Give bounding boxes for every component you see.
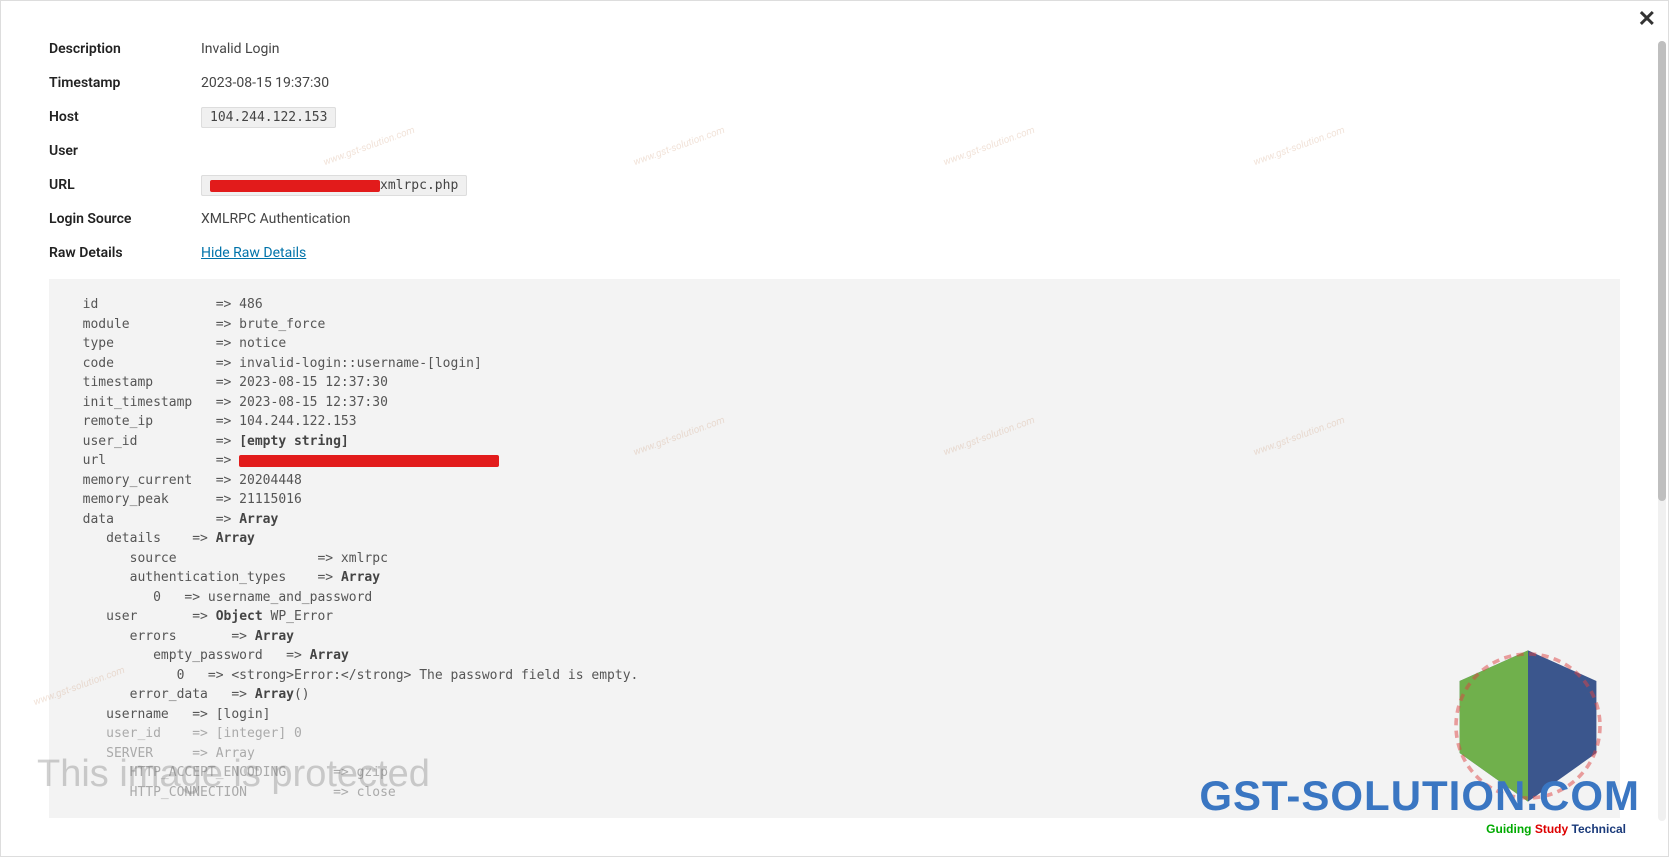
raw-line: init_timestamp => 2023-08-15 12:37:30 bbox=[67, 395, 388, 410]
raw-line: authentication_types => bbox=[67, 570, 341, 585]
scrollbar-thumb[interactable] bbox=[1658, 41, 1666, 501]
row-user: User bbox=[49, 143, 1620, 159]
raw-line: code => invalid-login::username-[login] bbox=[67, 356, 482, 371]
raw-line: 0 => username_and_password bbox=[67, 590, 372, 605]
raw-line: errors => bbox=[67, 629, 255, 644]
label-login-source: Login Source bbox=[49, 211, 201, 227]
url-suffix: xmlrpc.php bbox=[380, 178, 458, 193]
raw-line: user => bbox=[67, 609, 216, 624]
row-url: URL xmlrpc.php bbox=[49, 177, 1620, 193]
raw-kw: Array bbox=[341, 570, 380, 585]
raw-line: id => 486 bbox=[67, 297, 263, 312]
raw-kw: Array bbox=[239, 512, 278, 527]
raw-kw: Array bbox=[255, 629, 294, 644]
hide-raw-details-link[interactable]: Hide Raw Details bbox=[201, 245, 306, 261]
raw-line: () bbox=[294, 687, 310, 702]
row-raw-details: Raw Details Hide Raw Details bbox=[49, 245, 1620, 261]
label-host: Host bbox=[49, 109, 201, 125]
close-icon[interactable]: ✕ bbox=[1638, 7, 1656, 32]
scrollbar-track[interactable] bbox=[1658, 41, 1666, 821]
row-host: Host 104.244.122.153 bbox=[49, 109, 1620, 125]
raw-empty-string: [empty string] bbox=[239, 434, 349, 449]
raw-line: HTTP_CONNECTION => close bbox=[67, 785, 396, 800]
label-timestamp: Timestamp bbox=[49, 75, 201, 91]
raw-line: remote_ip => 104.244.122.153 bbox=[67, 414, 357, 429]
raw-line: SERVER => Array bbox=[67, 746, 255, 761]
raw-line: url => bbox=[67, 453, 239, 468]
raw-kw: Array bbox=[216, 531, 255, 546]
raw-line: HTTP_ACCEPT_ENCODING => gzip bbox=[67, 765, 388, 780]
raw-kw: Object bbox=[216, 609, 263, 624]
raw-line: WP_Error bbox=[263, 609, 333, 624]
raw-line: data => bbox=[67, 512, 239, 527]
raw-line: error_data => bbox=[67, 687, 255, 702]
modal-content: Description Invalid Login Timestamp 2023… bbox=[1, 1, 1668, 856]
row-timestamp: Timestamp 2023-08-15 19:37:30 bbox=[49, 75, 1620, 91]
raw-line: memory_peak => 21115016 bbox=[67, 492, 302, 507]
raw-line: source => xmlrpc bbox=[67, 551, 388, 566]
value-description: Invalid Login bbox=[201, 41, 280, 57]
raw-line: user_id => [integer] 0 bbox=[67, 726, 302, 741]
raw-line: username => [login] bbox=[67, 707, 271, 722]
raw-line: memory_current => 20204448 bbox=[67, 473, 302, 488]
raw-details-block: id => 486 module => brute_force type => … bbox=[49, 279, 1620, 818]
label-user: User bbox=[49, 143, 201, 159]
raw-line: empty_password => bbox=[67, 648, 310, 663]
row-description: Description Invalid Login bbox=[49, 41, 1620, 57]
raw-line: type => notice bbox=[67, 336, 286, 351]
raw-line: user_id => bbox=[67, 434, 239, 449]
value-timestamp: 2023-08-15 19:37:30 bbox=[201, 75, 329, 91]
log-detail-modal: ✕ Description Invalid Login Timestamp 20… bbox=[0, 0, 1669, 857]
label-url: URL bbox=[49, 177, 201, 193]
value-login-source: XMLRPC Authentication bbox=[201, 211, 350, 227]
raw-kw: Array bbox=[255, 687, 294, 702]
value-host: 104.244.122.153 bbox=[201, 107, 336, 128]
value-url: xmlrpc.php bbox=[201, 177, 467, 193]
raw-line: details => bbox=[67, 531, 216, 546]
redaction-bar bbox=[210, 180, 380, 192]
raw-kw: Array bbox=[310, 648, 349, 663]
label-raw-details: Raw Details bbox=[49, 245, 201, 261]
label-description: Description bbox=[49, 41, 201, 57]
raw-line: 0 => <strong>Error:</strong> The passwor… bbox=[67, 668, 638, 683]
raw-line: module => brute_force bbox=[67, 317, 325, 332]
raw-line: timestamp => 2023-08-15 12:37:30 bbox=[67, 375, 388, 390]
row-login-source: Login Source XMLRPC Authentication bbox=[49, 211, 1620, 227]
redaction-bar bbox=[239, 455, 499, 467]
